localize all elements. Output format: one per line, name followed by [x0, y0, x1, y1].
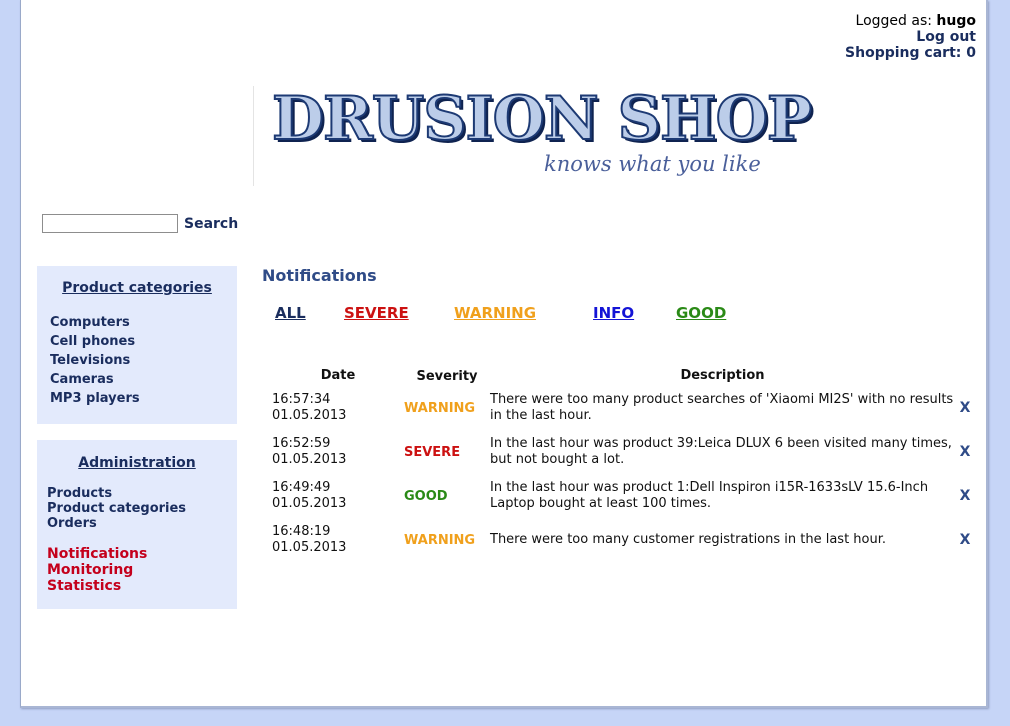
notification-datetime: 16:52:59 01.05.2013: [268, 430, 404, 474]
severity-label: SEVERE: [404, 444, 461, 460]
notification-datetime: 16:49:49 01.05.2013: [268, 474, 404, 518]
filter-info[interactable]: INFO: [593, 304, 634, 322]
search-button[interactable]: Search: [184, 216, 238, 232]
column-header-date: Date: [320, 368, 356, 383]
remove-notification-button[interactable]: X: [955, 386, 975, 430]
search-input[interactable]: [42, 214, 178, 233]
notification-description: There were too many customer registratio…: [490, 532, 887, 547]
admin-menu-item[interactable]: Products: [47, 486, 237, 501]
severity-label: WARNING: [404, 400, 476, 416]
filter-good[interactable]: GOOD: [676, 304, 726, 322]
notification-time: 16:52:59: [272, 436, 331, 451]
notification-description: In the last hour was product 1:Dell Insp…: [490, 480, 929, 511]
category-list: Computers Cell phones Televisions Cameras MP…: [37, 313, 237, 408]
category-item[interactable]: MP3 players: [50, 389, 237, 408]
user-box: Logged as: hugo Log out Shopping cart: 0: [845, 13, 976, 61]
notifications-table-body: 16:57:34 01.05.2013 WARNING There were too …: [268, 386, 975, 562]
notification-datetime: 16:48:19 01.05.2013: [268, 518, 404, 562]
logged-as-label: Logged as:: [855, 13, 932, 29]
table-row: 16:49:49 01.05.2013 GOOD In the last hour w…: [268, 474, 975, 518]
logout-link[interactable]: Log out: [845, 29, 976, 45]
logo-title: DRUSION SHOP: [271, 83, 813, 155]
notification-datetime: 16:57:34 01.05.2013: [268, 386, 404, 430]
notification-time: 16:57:34: [272, 392, 331, 407]
admin-list-highlight: Notifications Monitoring Statistics: [37, 546, 237, 594]
search-form: Search: [42, 214, 238, 233]
admin-menu-item[interactable]: Monitoring: [47, 562, 237, 578]
severity-label: WARNING: [404, 532, 476, 548]
logged-as-line: Logged as: hugo: [845, 13, 976, 29]
table-row: 16:52:59 01.05.2013 SEVERE In the last hour…: [268, 430, 975, 474]
product-categories-box: Product categories Computers Cell phones T…: [37, 266, 237, 424]
admin-menu-item[interactable]: Product categories: [47, 501, 237, 516]
shop-logo[interactable]: DRUSION SHOP knows what you like: [253, 83, 813, 186]
filter-warning[interactable]: WARNING: [454, 304, 536, 322]
table-header-row: Date Severity Description: [268, 366, 975, 386]
admin-menu-item[interactable]: Statistics: [47, 578, 237, 594]
logo-tagline: knows what you like: [544, 152, 761, 176]
page-container: Logged as: hugo Log out Shopping cart: 0…: [20, 0, 988, 708]
column-header-description: Description: [680, 368, 765, 383]
notification-description: In the last hour was product 39:Leica DL…: [490, 436, 952, 467]
filter-all[interactable]: ALL: [275, 304, 306, 322]
shopping-cart[interactable]: Shopping cart: 0: [845, 45, 976, 61]
column-header-severity: Severity: [416, 368, 478, 384]
remove-notification-button[interactable]: X: [955, 430, 975, 474]
category-item[interactable]: Televisions: [50, 351, 237, 370]
category-item[interactable]: Cameras: [50, 370, 237, 389]
severity-label: GOOD: [404, 488, 448, 504]
notification-date: 01.05.2013: [272, 408, 347, 423]
admin-list: Products Product categories Orders: [37, 486, 237, 531]
notification-description: There were too many product searches of …: [490, 392, 954, 423]
administration-title[interactable]: Administration: [37, 440, 237, 471]
remove-notification-button[interactable]: X: [955, 518, 975, 562]
notifications-table: Date Severity Description 16:57:34 01.05.…: [268, 366, 975, 562]
filter-severe[interactable]: SEVERE: [344, 304, 409, 322]
administration-box: Administration Products Product categorie…: [37, 440, 237, 609]
remove-notification-button[interactable]: X: [955, 474, 975, 518]
username: hugo: [936, 13, 976, 29]
notification-date: 01.05.2013: [272, 452, 347, 467]
admin-menu-item[interactable]: Notifications: [47, 546, 237, 562]
cart-count: 0: [966, 45, 976, 61]
notification-date: 01.05.2013: [272, 496, 347, 511]
notification-time: 16:49:49: [272, 480, 331, 495]
category-item[interactable]: Computers: [50, 313, 237, 332]
column-header-remove: [955, 366, 975, 386]
notification-time: 16:48:19: [272, 524, 331, 539]
admin-menu-item[interactable]: Orders: [47, 516, 237, 531]
table-row: 16:48:19 01.05.2013 WARNING There were too …: [268, 518, 975, 562]
table-row: 16:57:34 01.05.2013 WARNING There were too …: [268, 386, 975, 430]
category-item[interactable]: Cell phones: [50, 332, 237, 351]
notification-date: 01.05.2013: [272, 540, 347, 555]
page-title: Notifications: [262, 266, 377, 285]
product-categories-title[interactable]: Product categories: [37, 266, 237, 296]
cart-label: Shopping cart:: [845, 45, 962, 61]
